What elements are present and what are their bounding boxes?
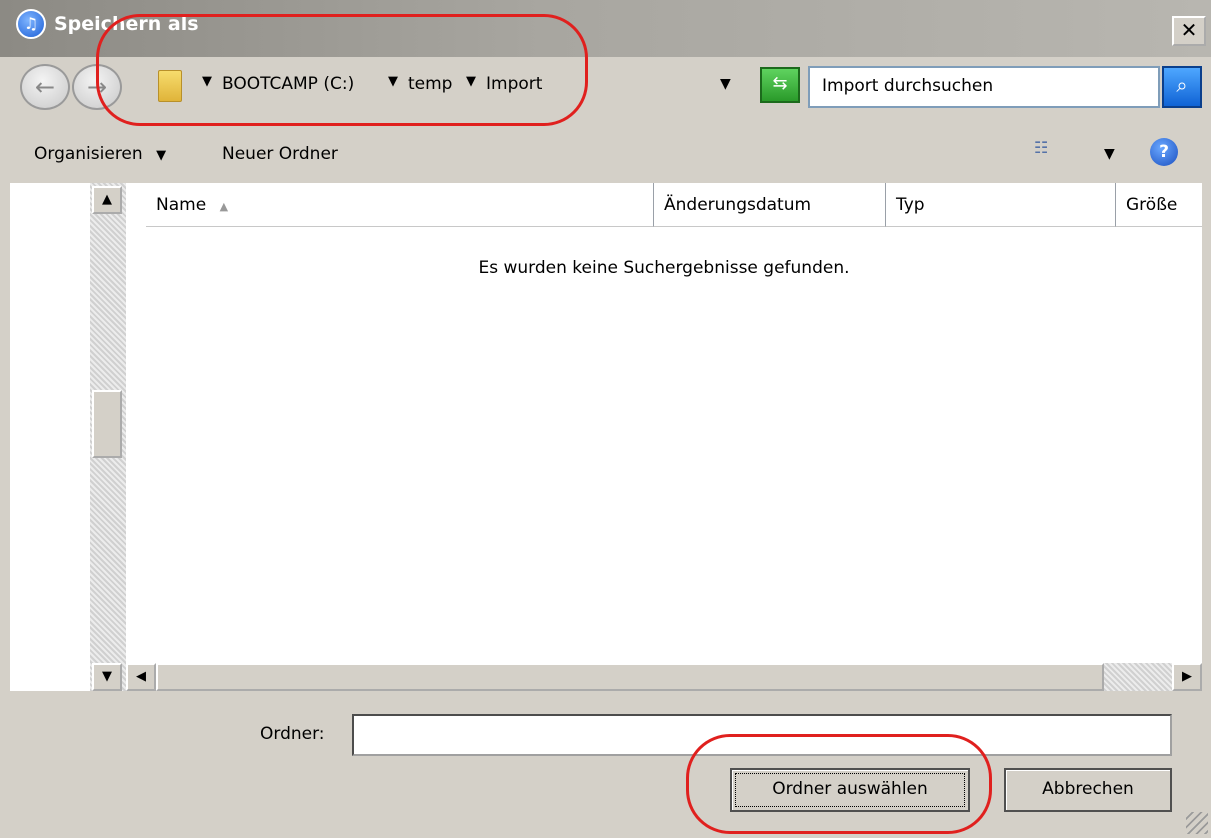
scroll-up-button[interactable]: ▲ [92, 186, 122, 214]
chevron-down-icon: ▼ [156, 148, 167, 163]
select-folder-button[interactable]: Ordner auswählen [730, 768, 970, 812]
folder-icon [158, 70, 182, 102]
itunes-icon: ♫ [16, 9, 46, 39]
folder-name-input[interactable] [352, 714, 1172, 756]
breadcrumb-item-temp[interactable]: temp [408, 74, 452, 94]
scroll-left-button[interactable]: ◀ [126, 663, 156, 691]
folder-label: Ordner: [260, 724, 325, 744]
horizontal-scroll-thumb[interactable] [156, 663, 1104, 691]
column-header-name[interactable]: Name ▲ [146, 183, 654, 227]
breadcrumb-item-import[interactable]: Import [486, 74, 542, 94]
sort-ascending-icon: ▲ [219, 200, 229, 213]
search-icon[interactable]: ⌕ [1162, 66, 1202, 108]
resize-grip-icon[interactable] [1186, 812, 1208, 834]
empty-results-message: Es wurden keine Suchergebnisse gefunden. [478, 258, 850, 278]
organize-label: Organisieren [34, 144, 143, 164]
search-input[interactable]: Import durchsuchen [808, 66, 1160, 108]
close-button[interactable]: ✕ [1172, 16, 1206, 46]
breadcrumb-chevron-icon[interactable]: ▼ [388, 74, 398, 89]
column-name-label: Name [156, 195, 207, 215]
breadcrumb-chevron-icon[interactable]: ▼ [202, 74, 212, 89]
vertical-scroll-thumb[interactable] [92, 390, 122, 458]
address-dropdown-icon[interactable]: ▼ [720, 76, 731, 92]
back-button[interactable]: ← [20, 64, 70, 110]
organize-menu[interactable]: Organisieren ▼ [34, 144, 166, 164]
file-list[interactable] [126, 183, 1202, 663]
breadcrumb-item-drive[interactable]: BOOTCAMP (C:) [222, 74, 354, 94]
cancel-button[interactable]: Abbrechen [1004, 768, 1172, 812]
forward-button[interactable]: → [72, 64, 122, 110]
breadcrumb-chevron-icon[interactable]: ▼ [466, 74, 476, 89]
scroll-down-button[interactable]: ▼ [92, 663, 122, 691]
command-bar [0, 122, 1211, 180]
column-header-date[interactable]: Änderungsdatum [654, 183, 886, 227]
view-options-icon[interactable]: ☷ [1034, 138, 1056, 162]
window-title: Speichern als [54, 13, 199, 35]
refresh-button[interactable]: ⇆ [760, 67, 800, 103]
column-header-type[interactable]: Typ [886, 183, 1116, 227]
navigation-pane[interactable] [10, 183, 90, 691]
column-header-size[interactable]: Größe [1116, 183, 1202, 227]
help-icon[interactable]: ? [1150, 138, 1178, 166]
new-folder-button[interactable]: Neuer Ordner [222, 144, 338, 164]
scroll-right-button[interactable]: ▶ [1172, 663, 1202, 691]
view-dropdown-icon[interactable]: ▼ [1104, 146, 1115, 162]
